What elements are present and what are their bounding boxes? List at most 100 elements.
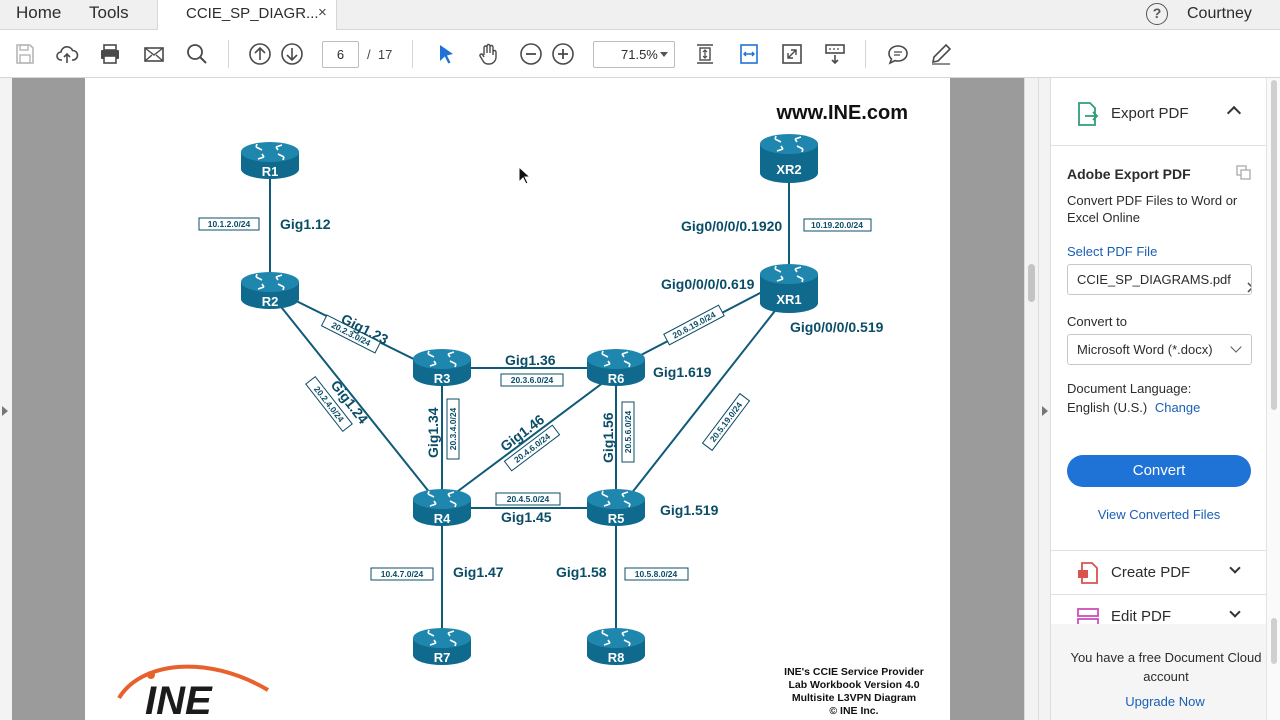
document-language-value: English (U.S.) Change [1067, 400, 1201, 415]
cloud-upload-icon[interactable] [55, 42, 79, 66]
scrollbar-thumb[interactable] [1271, 618, 1277, 664]
zoom-in-icon[interactable] [551, 42, 575, 66]
svg-text:© INE Inc.: © INE Inc. [829, 705, 878, 717]
svg-text:R5: R5 [608, 511, 625, 526]
pdf-page: 10.1.2.0/24 20.2.3.0/24 20.2.4.0/24 20.3… [85, 78, 950, 720]
interface-label: Gig1.56 [600, 412, 616, 463]
zoom-select[interactable]: 71.5% [593, 41, 675, 68]
svg-text:INE: INE [145, 679, 213, 720]
create-pdf-icon [1077, 562, 1099, 589]
svg-text:10.4.7.0/24: 10.4.7.0/24 [381, 569, 424, 579]
expand-arrow-icon [2, 406, 8, 416]
router-r7: R7 [412, 627, 472, 666]
panel-scrollbar[interactable] [1266, 78, 1280, 720]
next-page-icon[interactable] [280, 42, 304, 66]
right-panel-toggle[interactable] [1038, 78, 1050, 720]
svg-text:R1: R1 [262, 164, 279, 179]
chevron-down-icon [1229, 562, 1241, 574]
svg-text:10.1.2.0/24: 10.1.2.0/24 [208, 219, 251, 229]
hand-tool-icon[interactable] [476, 42, 500, 66]
previous-page-icon[interactable] [248, 42, 272, 66]
svg-text:R2: R2 [262, 294, 279, 309]
selected-file-field[interactable]: CCIE_SP_DIAGRAMS.pdf [1067, 264, 1252, 295]
document-scrollbar[interactable] [1024, 78, 1038, 720]
comment-icon[interactable] [886, 42, 910, 66]
copy-icon[interactable] [1236, 165, 1252, 186]
tools-panel: Export PDF Adobe Export PDF Convert PDF … [1050, 78, 1267, 720]
svg-text:Multisite L3VPN Diagram: Multisite L3VPN Diagram [792, 692, 916, 704]
subnet-label: 20.5.19.0/24 [701, 392, 751, 452]
zoom-out-icon[interactable] [519, 42, 543, 66]
export-pdf-icon [1077, 102, 1099, 131]
diagram-caption: INE's CCIE Service Provider Lab Workbook… [784, 666, 924, 717]
close-icon[interactable]: × [318, 4, 327, 21]
svg-text:R7: R7 [434, 650, 451, 665]
format-select[interactable]: Microsoft Word (*.docx) [1067, 334, 1252, 365]
change-language-link[interactable]: Change [1155, 400, 1201, 415]
file-name: CCIE_SP_DIAGRAMS.pdf [1077, 272, 1231, 287]
tab-document[interactable]: CCIE_SP_DIAGR... × [157, 0, 337, 31]
router-r4: R4 [412, 488, 472, 527]
interface-label: Gig1.12 [280, 216, 331, 232]
adobe-export-heading: Adobe Export PDF [1067, 166, 1191, 182]
toolbar: 6 / 17 71.5% [0, 30, 1280, 78]
print-icon[interactable] [98, 42, 122, 66]
subnet-label: 20.6.19.0/24 [663, 304, 725, 346]
upgrade-now-link[interactable]: Upgrade Now [1051, 694, 1279, 709]
chevron-down-icon [1229, 606, 1241, 618]
scroll-mode-icon[interactable] [823, 42, 847, 66]
router-r2: R2 [240, 271, 300, 310]
svg-text:10.19.20.0/24: 10.19.20.0/24 [811, 220, 863, 230]
create-pdf-tool[interactable]: Create PDF [1051, 550, 1267, 594]
svg-text:R6: R6 [608, 371, 625, 386]
tab-home[interactable]: Home [16, 0, 61, 30]
interface-label: Gig1.519 [660, 502, 719, 518]
tab-bar: Home Tools CCIE_SP_DIAGR... × ? Courtney [0, 0, 1280, 31]
select-cursor-icon[interactable] [434, 42, 458, 66]
pen-icon[interactable] [929, 42, 953, 66]
email-icon[interactable] [142, 42, 166, 66]
subnet-label: 20.3.6.0/24 [500, 373, 564, 387]
help-icon[interactable]: ? [1146, 3, 1168, 25]
export-pdf-body: Adobe Export PDF Convert PDF Files to Wo… [1051, 146, 1267, 550]
fit-width-icon[interactable] [737, 42, 761, 66]
chevron-up-icon[interactable] [1226, 105, 1242, 121]
view-converted-files-link[interactable]: View Converted Files [1051, 507, 1267, 522]
subnet-label: 10.4.7.0/24 [370, 567, 434, 581]
interface-label: Gig1.58 [556, 564, 607, 580]
select-pdf-file-link[interactable]: Select PDF File [1067, 244, 1157, 259]
toolbar-divider [412, 40, 413, 68]
document-viewer[interactable]: 10.1.2.0/24 20.2.3.0/24 20.2.4.0/24 20.3… [0, 78, 1024, 720]
upgrade-promo: You have a free Document Cloud account U… [1051, 624, 1267, 720]
router-r8: R8 [586, 627, 646, 666]
subnet-label: 10.1.2.0/24 [198, 217, 260, 231]
interface-label: Gig1.619 [653, 364, 712, 380]
svg-text:20.3.6.0/24: 20.3.6.0/24 [511, 375, 554, 385]
user-name[interactable]: Courtney [1187, 5, 1252, 23]
fullscreen-icon[interactable] [780, 42, 804, 66]
edit-pdf-tool[interactable]: Edit PDF [1051, 594, 1267, 624]
svg-text:INE's CCIE Service Provider: INE's CCIE Service Provider [784, 666, 924, 678]
page-number-input[interactable]: 6 [322, 41, 359, 68]
router-xr1: XR1 [759, 263, 819, 313]
search-icon[interactable] [185, 42, 209, 66]
svg-text:R8: R8 [608, 650, 625, 665]
link-r4-r6 [441, 372, 617, 504]
export-pdf-header[interactable]: Export PDF [1051, 78, 1267, 146]
router-r3: R3 [412, 348, 472, 387]
mouse-cursor-icon [518, 166, 532, 185]
clear-file-icon[interactable] [1247, 274, 1251, 294]
svg-text:R3: R3 [434, 371, 451, 386]
convert-button[interactable]: Convert [1067, 455, 1251, 487]
tab-tools[interactable]: Tools [89, 0, 129, 30]
interface-label: Gig0/0/0/0.1920 [681, 218, 782, 234]
svg-text:20.4.5.0/24: 20.4.5.0/24 [507, 494, 550, 504]
left-panel-toggle[interactable] [0, 78, 12, 720]
scrollbar-thumb[interactable] [1271, 80, 1277, 410]
router-r5: R5 [586, 488, 646, 527]
edit-pdf-icon [1077, 606, 1099, 624]
page-fit-icon[interactable] [693, 42, 717, 66]
scrollbar-thumb[interactable] [1028, 264, 1035, 302]
save-icon[interactable] [13, 42, 37, 66]
svg-text:R4: R4 [434, 511, 451, 526]
